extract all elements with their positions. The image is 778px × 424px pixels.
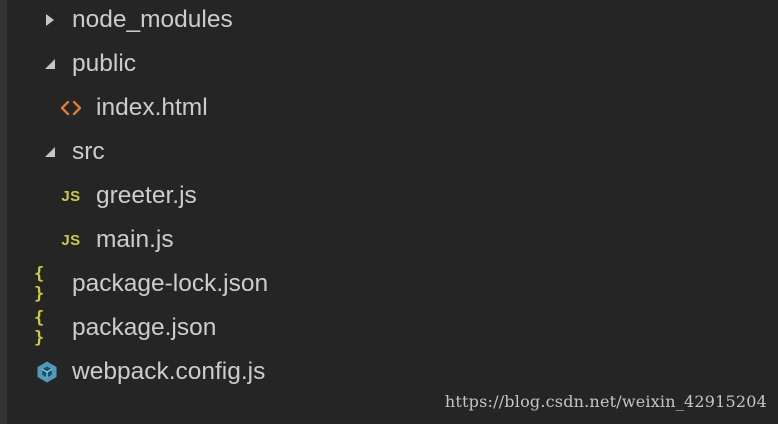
tree-item-node-modules[interactable]: node_modules (7, 0, 778, 44)
tree-item-label: package-lock.json (72, 270, 269, 297)
chevron-right-icon[interactable] (42, 0, 58, 44)
html-file-icon (59, 88, 83, 132)
webpack-file-icon (35, 352, 59, 396)
json-file-icon: { } (34, 264, 46, 304)
tree-item-webpack-config-js[interactable]: webpack.config.js (7, 352, 778, 396)
file-explorer-tree: node_modules public index.html src JS gr… (0, 0, 778, 424)
tree-item-main-js[interactable]: JS main.js (7, 220, 778, 264)
tree-item-label: index.html (96, 94, 208, 121)
tree-item-src[interactable]: src (7, 132, 778, 176)
tree-item-label: main.js (96, 226, 174, 253)
tree-item-package-json[interactable]: { } package.json (7, 308, 778, 352)
chevron-down-icon[interactable] (42, 44, 58, 88)
chevron-down-icon[interactable] (42, 132, 58, 176)
tree-item-label: node_modules (72, 6, 233, 33)
js-file-icon: JS (61, 231, 81, 249)
tree-item-label: public (72, 50, 137, 77)
tree-item-label: package.json (72, 314, 217, 341)
tree-item-label: greeter.js (96, 182, 197, 209)
tree-item-greeter-js[interactable]: JS greeter.js (7, 176, 778, 220)
tree-item-label: src (72, 138, 105, 165)
watermark-text: https://blog.csdn.net/weixin_42915204 (444, 392, 767, 411)
json-file-icon: { } (34, 308, 46, 348)
tree-item-label: webpack.config.js (72, 358, 266, 385)
tree-item-public[interactable]: public (7, 44, 778, 88)
js-file-icon: JS (61, 187, 81, 205)
explorer-left-border (0, 0, 7, 424)
tree-item-package-lock-json[interactable]: { } package-lock.json (7, 264, 778, 308)
tree-item-index-html[interactable]: index.html (7, 88, 778, 132)
